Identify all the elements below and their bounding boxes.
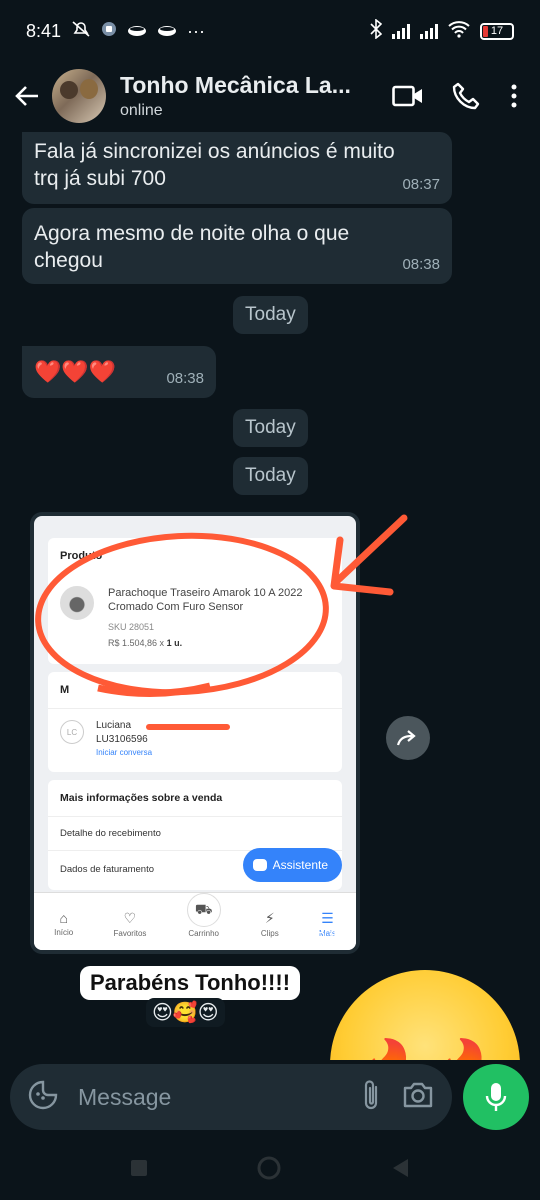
battery-level: 17 xyxy=(490,25,504,37)
more-notifications-icon: ··· xyxy=(187,20,206,41)
message-bubble[interactable]: Agora mesmo de noite olha o que chegou 0… xyxy=(22,208,452,284)
message-input[interactable]: Message xyxy=(10,1064,452,1130)
wifi-icon xyxy=(448,20,470,42)
message-text: Fala já sincronizei os anúncios é muito … xyxy=(34,140,395,190)
sticker-caption: Parabéns Tonho!!!! xyxy=(80,966,301,1000)
date-chip: Today xyxy=(233,457,308,495)
message-bubble[interactable]: ❤️❤️❤️ 08:38 xyxy=(22,346,216,398)
message-bubble[interactable]: Fala já sincronizei os anúncios é muito … xyxy=(22,132,452,204)
composer: Message xyxy=(0,1060,540,1140)
forward-button[interactable] xyxy=(386,716,430,760)
annotation-arrow xyxy=(330,514,408,596)
contact-name: Tonho Mecânica La... xyxy=(120,72,351,98)
avatar[interactable] xyxy=(52,69,106,123)
back-button[interactable] xyxy=(4,73,50,119)
message-time: 08:37 xyxy=(402,176,440,193)
message-text: ❤️❤️❤️ xyxy=(34,359,117,384)
mute-icon xyxy=(71,20,91,43)
home-button[interactable] xyxy=(257,1156,281,1185)
voice-call-button[interactable] xyxy=(446,76,486,116)
video-camera-icon xyxy=(392,85,422,107)
notification-icon xyxy=(157,21,177,42)
notification-icon xyxy=(127,21,147,42)
fire-icon: 🔥🔥 xyxy=(352,1036,507,1060)
sticker-emojis: 😍🥰😍 xyxy=(146,998,225,1027)
chat-header: Tonho Mecânica La... online xyxy=(0,62,540,130)
contact-info[interactable]: Tonho Mecânica La... online xyxy=(120,72,388,120)
more-options-button[interactable] xyxy=(504,76,524,116)
signal-icon xyxy=(420,23,438,39)
system-nav-bar xyxy=(0,1140,540,1200)
redaction-scribble xyxy=(146,724,230,730)
sticker-icon[interactable] xyxy=(28,1080,58,1115)
battery-icon: 17 xyxy=(480,22,514,40)
chat-area[interactable]: Fala já sincronizei os anúncios é muito … xyxy=(0,130,540,1060)
recent-apps-button[interactable] xyxy=(131,1159,147,1181)
signal-icon xyxy=(392,23,410,39)
forward-icon xyxy=(396,730,416,746)
message-time: 08:38 xyxy=(402,256,440,273)
message-placeholder: Message xyxy=(78,1083,172,1110)
message-time: 08:38 xyxy=(166,370,204,387)
camera-icon[interactable] xyxy=(402,1081,434,1114)
video-call-button[interactable] xyxy=(388,76,428,116)
attach-icon[interactable] xyxy=(362,1079,380,1116)
message-time: 08:41 xyxy=(308,925,346,942)
date-chip: Today xyxy=(233,409,308,447)
message-text: Agora mesmo de noite olha o que chegou xyxy=(34,222,350,272)
status-bar: 8:41 ··· 17 xyxy=(0,0,540,62)
sticker-fire-emoji[interactable]: 🔥🔥 xyxy=(330,970,520,1060)
contact-status: online xyxy=(120,102,163,119)
clock: 8:41 xyxy=(26,20,62,41)
voice-message-button[interactable] xyxy=(463,1064,529,1130)
bluetooth-icon xyxy=(370,18,383,43)
arrow-left-icon xyxy=(15,86,38,106)
back-nav-button[interactable] xyxy=(391,1158,409,1183)
microphone-icon xyxy=(485,1083,507,1111)
phone-icon xyxy=(452,82,480,110)
date-chip: Today xyxy=(233,296,308,334)
app-notification-icon xyxy=(101,21,117,42)
kebab-menu-icon xyxy=(511,84,517,108)
